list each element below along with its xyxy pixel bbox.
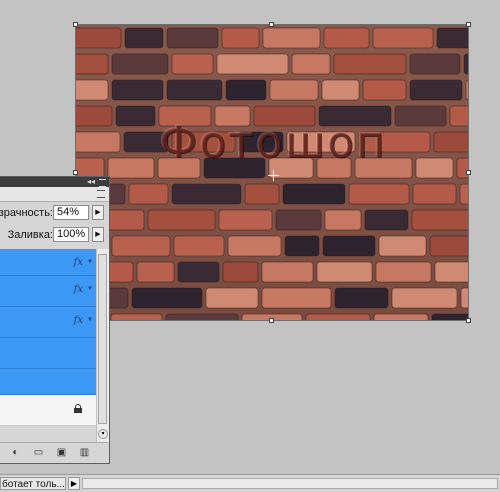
layers-list: fx ▼ fx ▼ fx ▼ [0,249,96,395]
lock-icon [74,404,82,413]
transform-handle-mr[interactable] [466,170,471,175]
layer-row[interactable] [0,369,96,395]
transform-handle-ml[interactable] [73,170,78,175]
transform-handle-tm[interactable] [269,22,274,27]
layer-row[interactable]: fx ▼ [0,307,96,338]
fill-row: Заливка: 100% ▶ [0,224,109,246]
opacity-input[interactable]: 54% [53,205,89,220]
panel-menu-icon[interactable] [99,179,106,187]
panel-bottom-toolbar: ◐ ▭ ▣ ▥ [0,442,108,463]
document-canvas[interactable]: Фотошоп [73,22,471,323]
opacity-label: зрачность: [0,207,53,219]
fill-label: Заливка: [7,229,53,241]
scroll-down-icon[interactable]: ▾ [98,429,108,439]
adjustment-layer-icon[interactable]: ◐ [10,447,21,458]
scrollbar-thumb[interactable] [98,254,107,424]
layer-effects-icon[interactable]: fx [74,284,83,295]
panel-title-bar: ◂◂ [0,177,109,187]
new-layer-icon[interactable]: ▣ [56,447,67,458]
folder-icon[interactable]: ▭ [33,447,44,458]
collapse-arrows-icon[interactable]: ◂◂ [87,177,95,187]
expand-effects-icon[interactable]: ▼ [87,259,93,265]
transform-handle-tr[interactable] [466,22,471,27]
flyout-menu-icon[interactable] [97,190,105,198]
layer-row[interactable] [0,338,96,369]
status-menu-arrow-icon[interactable]: ▶ [68,477,80,490]
layer-row[interactable]: fx ▼ [0,249,96,276]
trash-icon[interactable]: ▥ [79,447,90,458]
transform-handle-bm[interactable] [269,318,274,323]
layer-effects-icon[interactable]: fx [74,315,83,326]
background-layer-row[interactable] [0,395,96,426]
status-bar: ботает толь... ▶ [0,474,500,492]
fill-dropdown-arrow-icon[interactable]: ▶ [92,227,104,242]
layer-effects-icon[interactable]: fx [74,257,83,268]
opacity-dropdown-arrow-icon[interactable]: ▶ [92,205,104,220]
fill-input[interactable]: 100% [53,227,89,242]
status-text: ботает толь... [0,477,66,490]
transform-handle-tl[interactable] [73,22,78,27]
layers-scrollbar[interactable]: ▾ [96,249,109,443]
transform-handle-br[interactable] [466,318,471,323]
expand-effects-icon[interactable]: ▼ [87,317,93,323]
panel-tab-bar [0,187,109,202]
horizontal-scrollbar[interactable] [82,478,498,489]
opacity-row: зрачность: 54% ▶ [0,202,109,224]
layers-panel: ◂◂ зрачность: 54% ▶ Заливка: 100% ▶ fx ▼… [0,176,110,464]
layer-row[interactable]: fx ▼ [0,276,96,307]
expand-effects-icon[interactable]: ▼ [87,286,93,292]
move-crosshair-icon [268,170,279,181]
